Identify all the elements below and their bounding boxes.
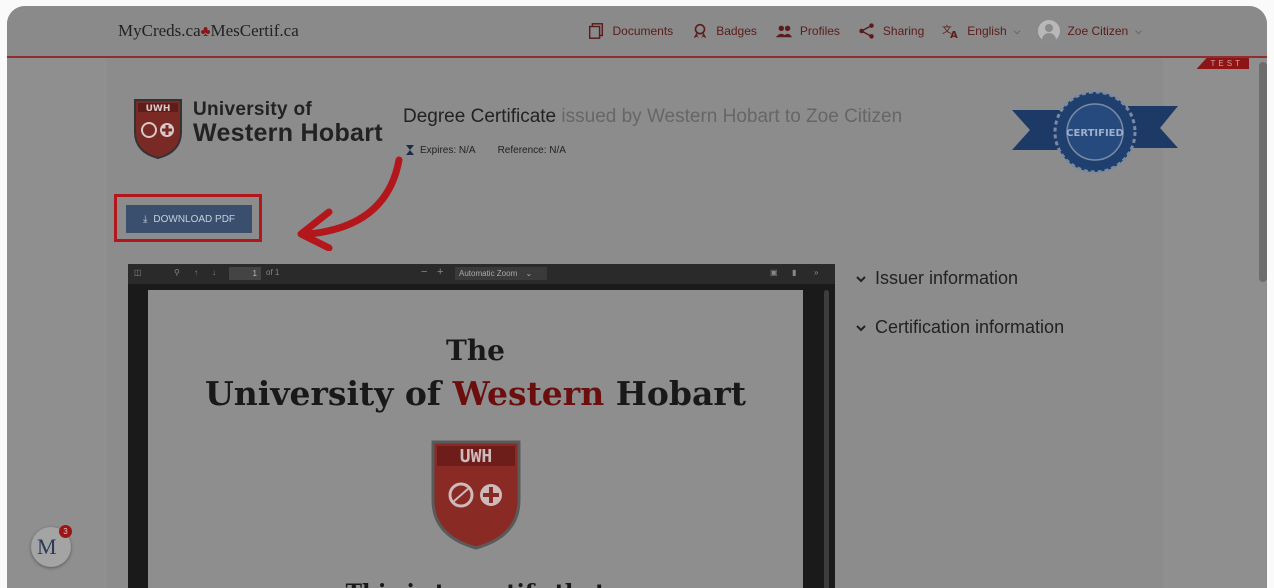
pdf-toolbar: ◫ ⚲ ↑ ↓ 1 of 1 − + Automatic Zoom ⌄ ▣ ▮ … [128,264,835,284]
chevron-down-icon: ⌵ [1013,25,1021,36]
zoom-out-icon[interactable]: − [421,266,427,278]
page-count: of 1 [266,268,280,277]
certificate-line: This is to certify that [148,580,803,588]
nav-profiles-label: Profiles [799,24,840,38]
user-menu[interactable]: Zoe Citizen ⌵ [1038,20,1142,42]
certificate-title: Degree Certificate issued by Western Hob… [403,106,902,128]
zoom-select-value: Automatic Zoom [459,269,518,278]
certificate-heading-university: University of Western Hobart [148,374,803,413]
issuer-name-line-1: University of [193,99,312,120]
documents-icon [589,23,604,39]
notification-count-badge: 3 [59,525,72,538]
brand-logo[interactable]: MyCreds.ca♣MesCertif.ca [118,21,299,41]
certificate-meta: Expires: N/A Reference: N/A [405,144,566,156]
chevron-down-icon: ⌄ [525,269,533,278]
content-card: UWH University of Western Hobart Degree … [107,58,1178,588]
certification-information-toggle[interactable]: Certification information [855,317,1064,338]
nav-documents[interactable]: Documents [587,22,673,40]
pdf-viewer[interactable]: ◫ ⚲ ↑ ↓ 1 of 1 − + Automatic Zoom ⌄ ▣ ▮ … [128,264,835,588]
certified-text: CERTIFIED [1066,128,1124,139]
hourglass-icon [406,145,414,155]
nav-badges[interactable]: Badges [691,22,757,40]
issuer-name-line-2: Western Hobart [193,118,383,147]
nav-sharing-label: Sharing [882,24,925,38]
test-environment-badge: TEST [1196,58,1249,69]
heading-part-a: University of [205,374,453,413]
issuer-information-toggle[interactable]: Issuer information [855,268,1018,289]
expiry-info: Expires: N/A [405,144,476,156]
top-navigation-bar: MyCreds.ca♣MesCertif.ca Documents Badges… [7,6,1267,58]
chevron-down-icon [856,275,866,282]
sidebar-toggle-icon[interactable]: ◫ [134,268,142,277]
brand-left: MyCreds.ca [118,21,201,40]
translate-icon: 文A [942,23,958,40]
page-number-input[interactable]: 1 [229,267,261,280]
logo-text: UWH [146,104,171,114]
download-pdf-label: DOWNLOAD PDF [153,213,236,225]
zoom-in-icon[interactable]: + [437,266,443,278]
issuer-information-label: Issuer information [875,268,1019,288]
share-icon [859,23,874,39]
bookmark-icon[interactable]: ▮ [792,268,796,277]
chevron-down-icon: ⌵ [1135,25,1142,36]
profiles-icon [775,25,792,38]
previous-page-icon[interactable]: ↑ [194,268,198,277]
mycreds-initials: M [37,534,57,559]
certification-information-label: Certification information [875,317,1065,337]
download-pdf-button[interactable]: ⤓ DOWNLOAD PDF [126,205,252,233]
pdf-scrollbar[interactable] [824,290,829,588]
chevron-down-icon [856,324,866,331]
expires-text: Expires: N/A [420,144,476,156]
nav-documents-label: Documents [612,24,674,38]
badge-icon [693,23,707,40]
brand-right: MesCertif.ca [210,21,299,40]
avatar [1038,20,1061,42]
next-page-icon[interactable]: ↓ [212,268,216,277]
nav-sharing[interactable]: Sharing [858,22,924,40]
language-label: English [967,24,1007,38]
certified-ribbon-icon: CERTIFIED [1012,90,1178,174]
mycreds-help-button[interactable]: M 3 [31,525,72,567]
user-name: Zoe Citizen [1067,24,1129,38]
svg-text:A: A [950,30,958,40]
university-shield-logo: UWH [134,99,182,160]
issuer-name: University of Western Hobart [193,99,383,147]
certificate-heading-the: The [445,334,505,367]
nav-profiles[interactable]: Profiles [775,22,840,40]
page-scrollbar[interactable] [1259,62,1267,282]
pdf-page: The University of Western Hobart UWH Thi… [148,290,803,588]
certificate-issued-text: issued by Western Hobart to Zoe Citizen [561,106,903,127]
language-selector[interactable]: 文A English ⌵ [942,22,1020,40]
reference-text: Reference: N/A [497,144,566,156]
search-icon[interactable]: ⚲ [174,268,180,277]
main-nav: Documents Badges Profiles Sharing 文A Eng… [587,20,1142,42]
download-icon: ⤓ [142,213,148,225]
more-tools-icon[interactable]: » [814,268,818,277]
shield-text: UWH [460,446,493,467]
heading-part-c: Hobart [615,374,746,413]
maple-leaf-icon: ♣ [200,24,211,40]
presentation-icon[interactable]: ▣ [770,268,778,277]
heading-part-b: Western [452,374,616,413]
zoom-select[interactable]: Automatic Zoom ⌄ [455,267,547,280]
certificate-shield-icon: UWH [431,440,521,550]
nav-badges-label: Badges [716,24,757,38]
browser-frame: MyCreds.ca♣MesCertif.ca Documents Badges… [7,6,1267,588]
certificate-type: Degree Certificate [403,106,557,127]
pointer-arrow [297,156,403,251]
